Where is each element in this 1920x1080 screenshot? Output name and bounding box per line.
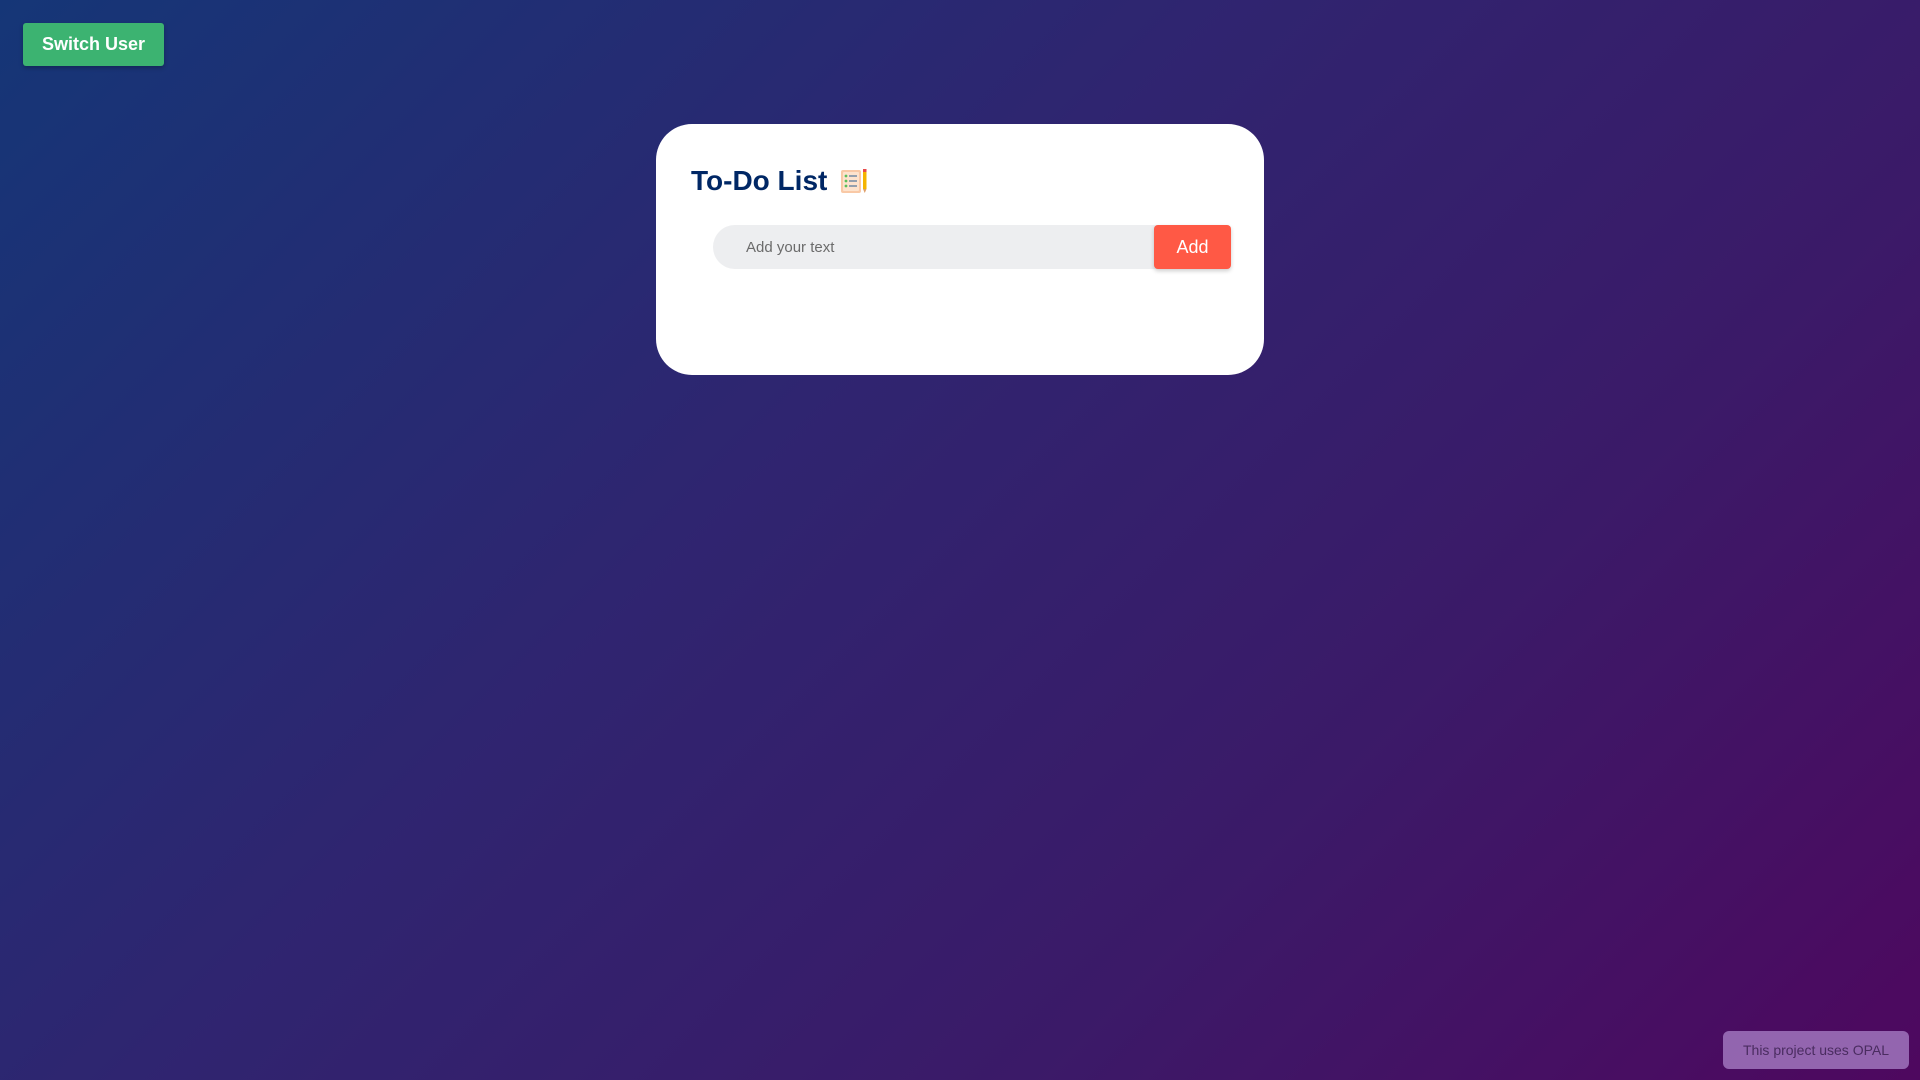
todo-app-card: To-Do List Add: [656, 124, 1264, 375]
todo-input-row: Add: [713, 225, 1231, 269]
todo-title-text: To-Do List: [691, 165, 828, 196]
opal-project-badge[interactable]: This project uses OPAL: [1723, 1031, 1909, 1069]
add-button[interactable]: Add: [1154, 225, 1231, 269]
switch-user-button[interactable]: Switch User: [23, 23, 164, 66]
todo-title: To-Do List: [691, 166, 869, 196]
notepad-checklist-icon: [839, 166, 869, 196]
